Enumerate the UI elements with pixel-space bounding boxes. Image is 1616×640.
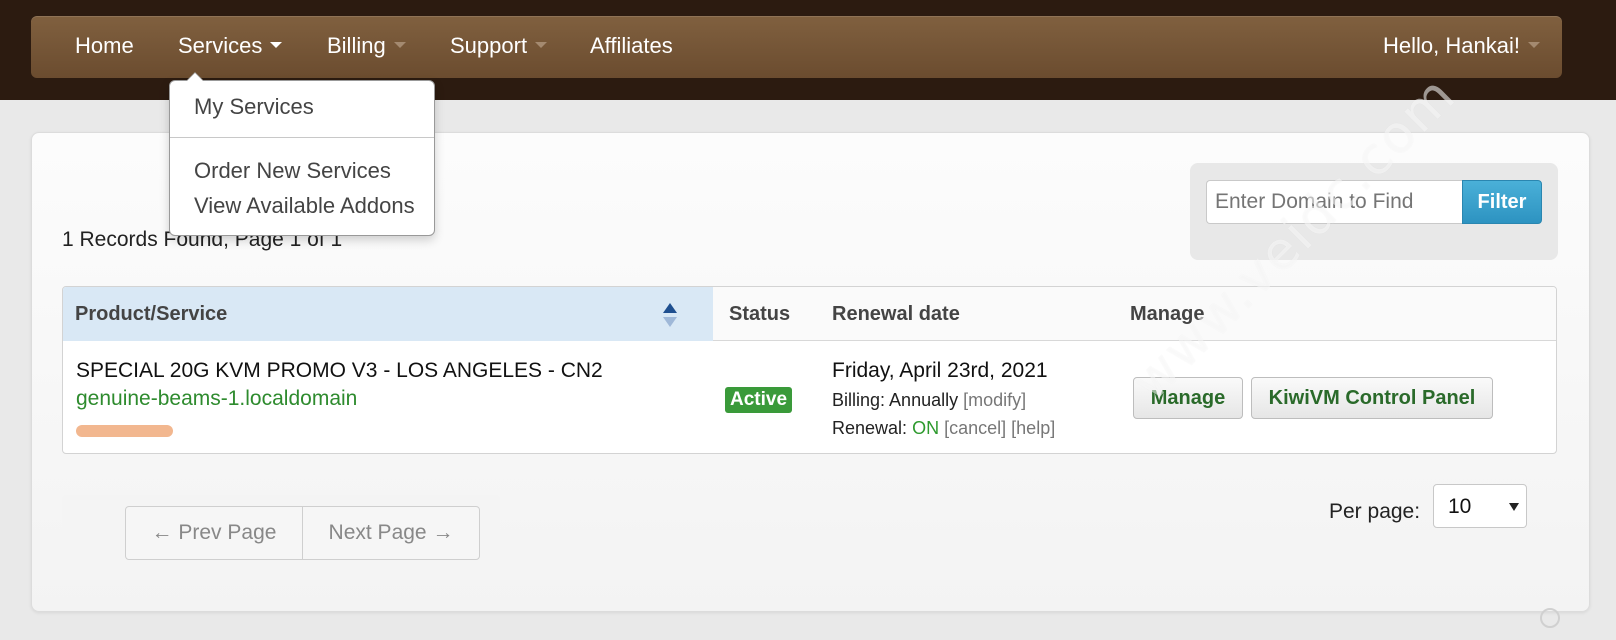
menu-divider (170, 137, 434, 138)
billing-line: Billing: Annually [modify] (832, 390, 1026, 411)
pagination: ← Prev Page Next Page → (125, 506, 480, 560)
menu-item-order-new-services[interactable]: Order New Services (194, 158, 391, 184)
nav-billing-label: Billing (327, 33, 386, 58)
nav-services-label: Services (178, 33, 263, 58)
column-header-product[interactable]: Product/Service (63, 287, 713, 341)
table-header: Product/Service Status Renewal date Mana… (63, 287, 1556, 341)
bracket: ] (1021, 390, 1027, 410)
per-page-value: 10 (1448, 495, 1472, 518)
manage-button[interactable]: Manage (1133, 377, 1243, 419)
column-header-status[interactable]: Status (729, 287, 790, 341)
per-page-select[interactable]: 10 (1433, 484, 1527, 528)
kiwivm-control-panel-button[interactable]: KiwiVM Control Panel (1251, 377, 1493, 419)
select-arrow-icon (1509, 503, 1519, 511)
services-table: Product/Service Status Renewal date Mana… (62, 286, 1557, 454)
nav-billing[interactable]: Billing (327, 16, 406, 78)
column-header-product-label: Product/Service (75, 303, 228, 325)
caret-down-icon (535, 42, 548, 49)
nav-affiliates-label: Affiliates (590, 33, 673, 58)
domain-filter-box: Filter (1190, 163, 1558, 260)
renewal-label: Renewal: (832, 418, 908, 438)
status-badge: Active (725, 387, 793, 413)
bracket: ] (1050, 418, 1056, 438)
nav-home[interactable]: Home (75, 16, 134, 78)
nav-affiliates[interactable]: Affiliates (590, 16, 673, 78)
nav-services[interactable]: Services (178, 16, 283, 78)
menu-item-my-services[interactable]: My Services (194, 94, 314, 120)
filter-button[interactable]: Filter (1462, 180, 1542, 224)
bracket: ] (1001, 418, 1007, 438)
renewal-line: Renewal: ON [cancel] [help] (832, 418, 1055, 439)
menu-item-view-addons[interactable]: View Available Addons (194, 193, 415, 219)
domain-search-input[interactable] (1206, 180, 1462, 224)
product-name: SPECIAL 20G KVM PROMO V3 - LOS ANGELES -… (76, 359, 603, 382)
modify-link[interactable]: modify (968, 390, 1021, 410)
redacted-bar (76, 425, 173, 437)
billing-cycle: Annually (889, 390, 959, 410)
caret-down-icon (1527, 42, 1540, 49)
nav-home-label: Home (75, 33, 134, 58)
renewal-status: ON (912, 418, 940, 438)
help-link[interactable]: help (1016, 418, 1050, 438)
corner-logo-icon (1540, 608, 1560, 628)
cancel-link[interactable]: cancel (949, 418, 1001, 438)
main-navbar: Home Services Billing Support Affiliates… (31, 16, 1562, 78)
pagination-area: ← Prev Page Next Page → (62, 495, 500, 563)
user-greeting: Hello, Hankai! (1383, 33, 1520, 58)
nav-support-label: Support (450, 33, 528, 58)
nav-support[interactable]: Support (450, 16, 548, 78)
renewal-date: Friday, April 23rd, 2021 (832, 359, 1048, 382)
per-page-label: Per page: (1329, 500, 1421, 523)
billing-label: Billing: (832, 390, 886, 410)
prev-page-button[interactable]: ← Prev Page (126, 507, 303, 559)
caret-down-icon (270, 42, 283, 49)
user-menu[interactable]: Hello, Hankai! (1383, 16, 1540, 78)
product-domain[interactable]: genuine-beams-1.localdomain (76, 387, 357, 411)
next-page-button[interactable]: Next Page → (303, 507, 479, 559)
sort-icon (663, 303, 677, 327)
services-dropdown-menu: My Services Order New Services View Avai… (169, 72, 435, 236)
column-header-renewal[interactable]: Renewal date (832, 287, 960, 341)
column-header-manage: Manage (1130, 303, 1205, 325)
caret-down-icon (393, 42, 406, 49)
